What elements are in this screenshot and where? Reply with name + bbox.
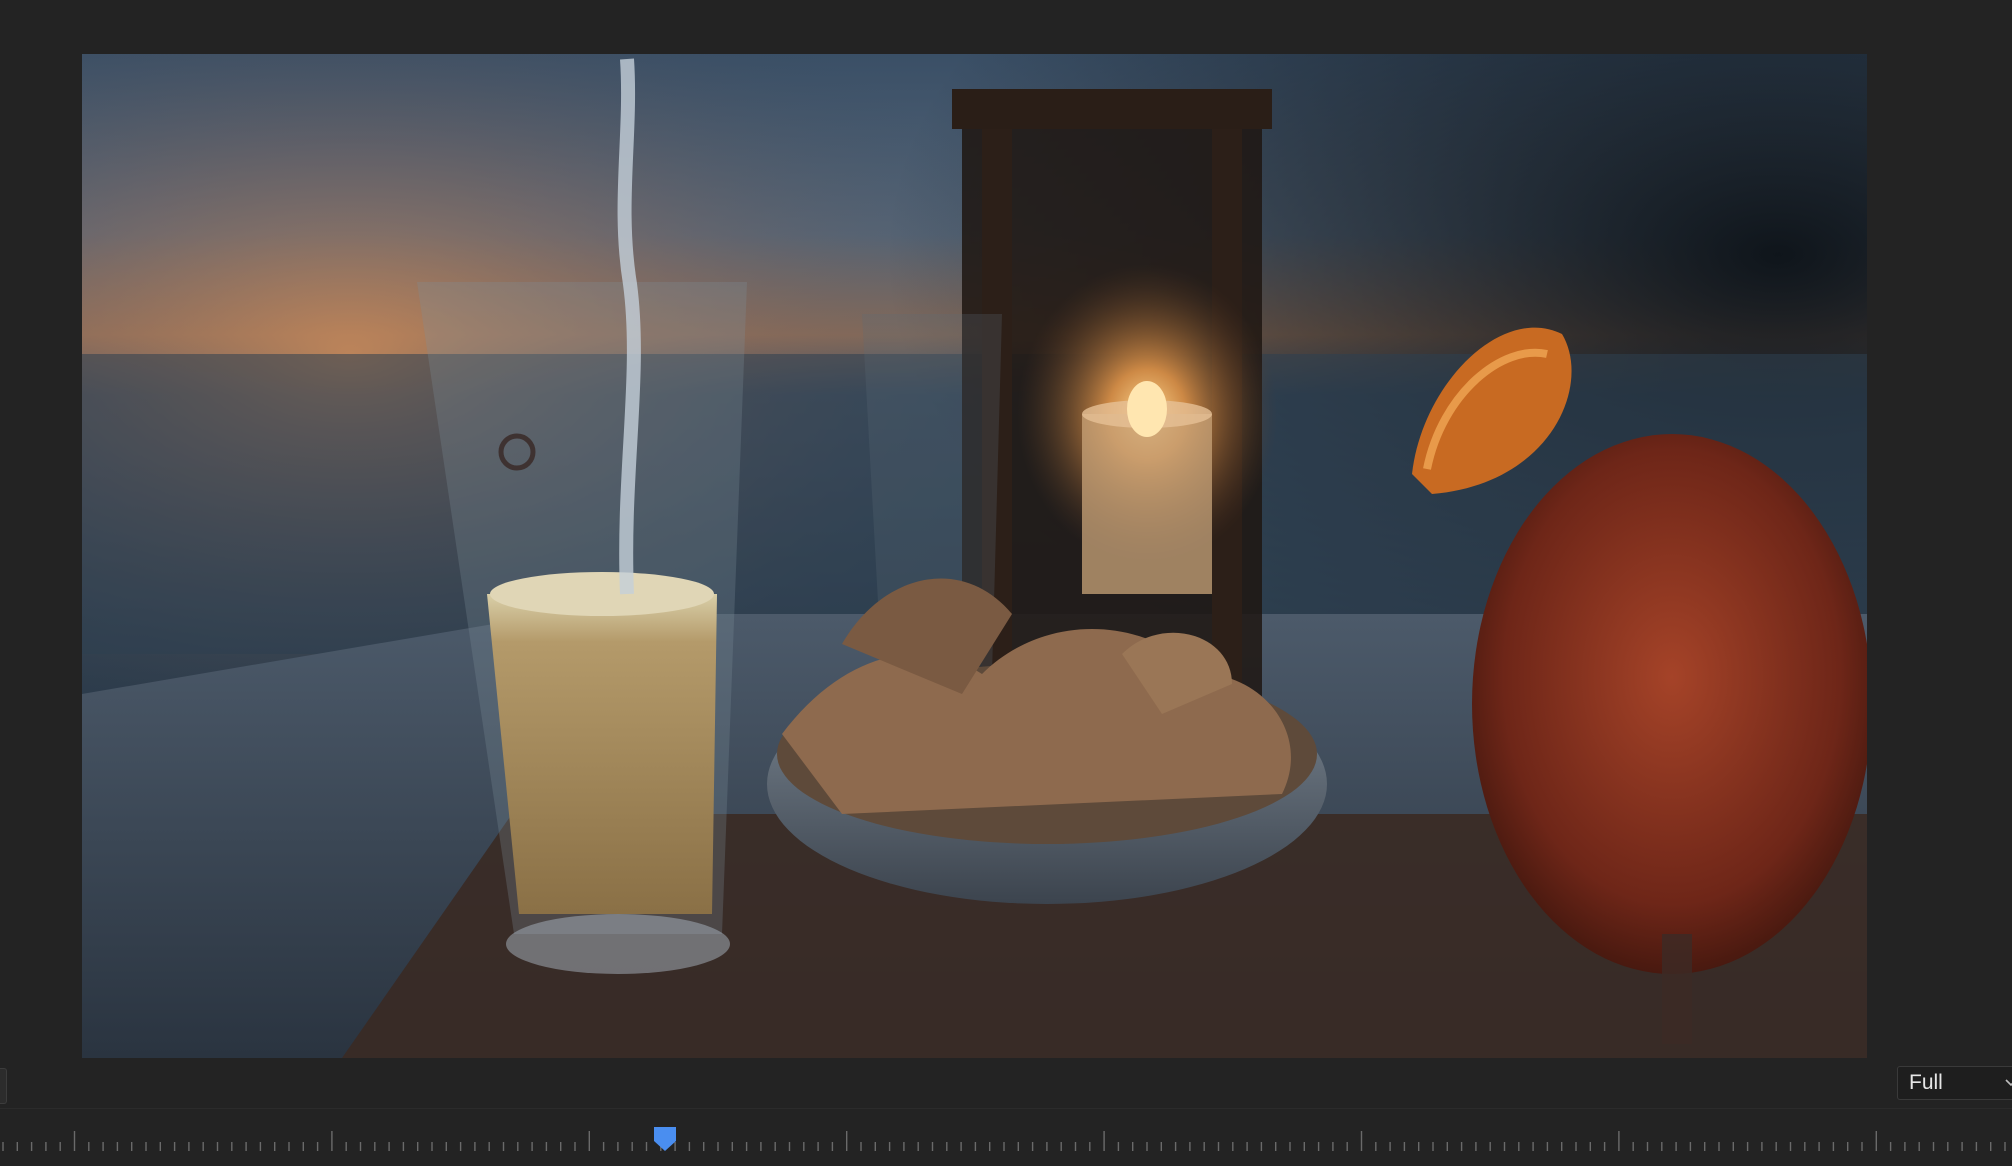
zoom-level-value: Full xyxy=(1909,1071,1943,1094)
zoom-level-dropdown[interactable]: Full xyxy=(1897,1066,2012,1100)
time-ruler[interactable] xyxy=(0,1108,2012,1166)
playhead-head[interactable] xyxy=(654,1127,676,1151)
chevron-down-icon xyxy=(2004,1067,2012,1110)
playhead-marker[interactable] xyxy=(654,1127,676,1151)
video-frame-image xyxy=(82,54,1867,1058)
video-frame[interactable] xyxy=(82,54,1867,1058)
program-monitor: Full xyxy=(0,0,2012,1166)
scroll-edge-handle[interactable] xyxy=(0,1068,7,1104)
